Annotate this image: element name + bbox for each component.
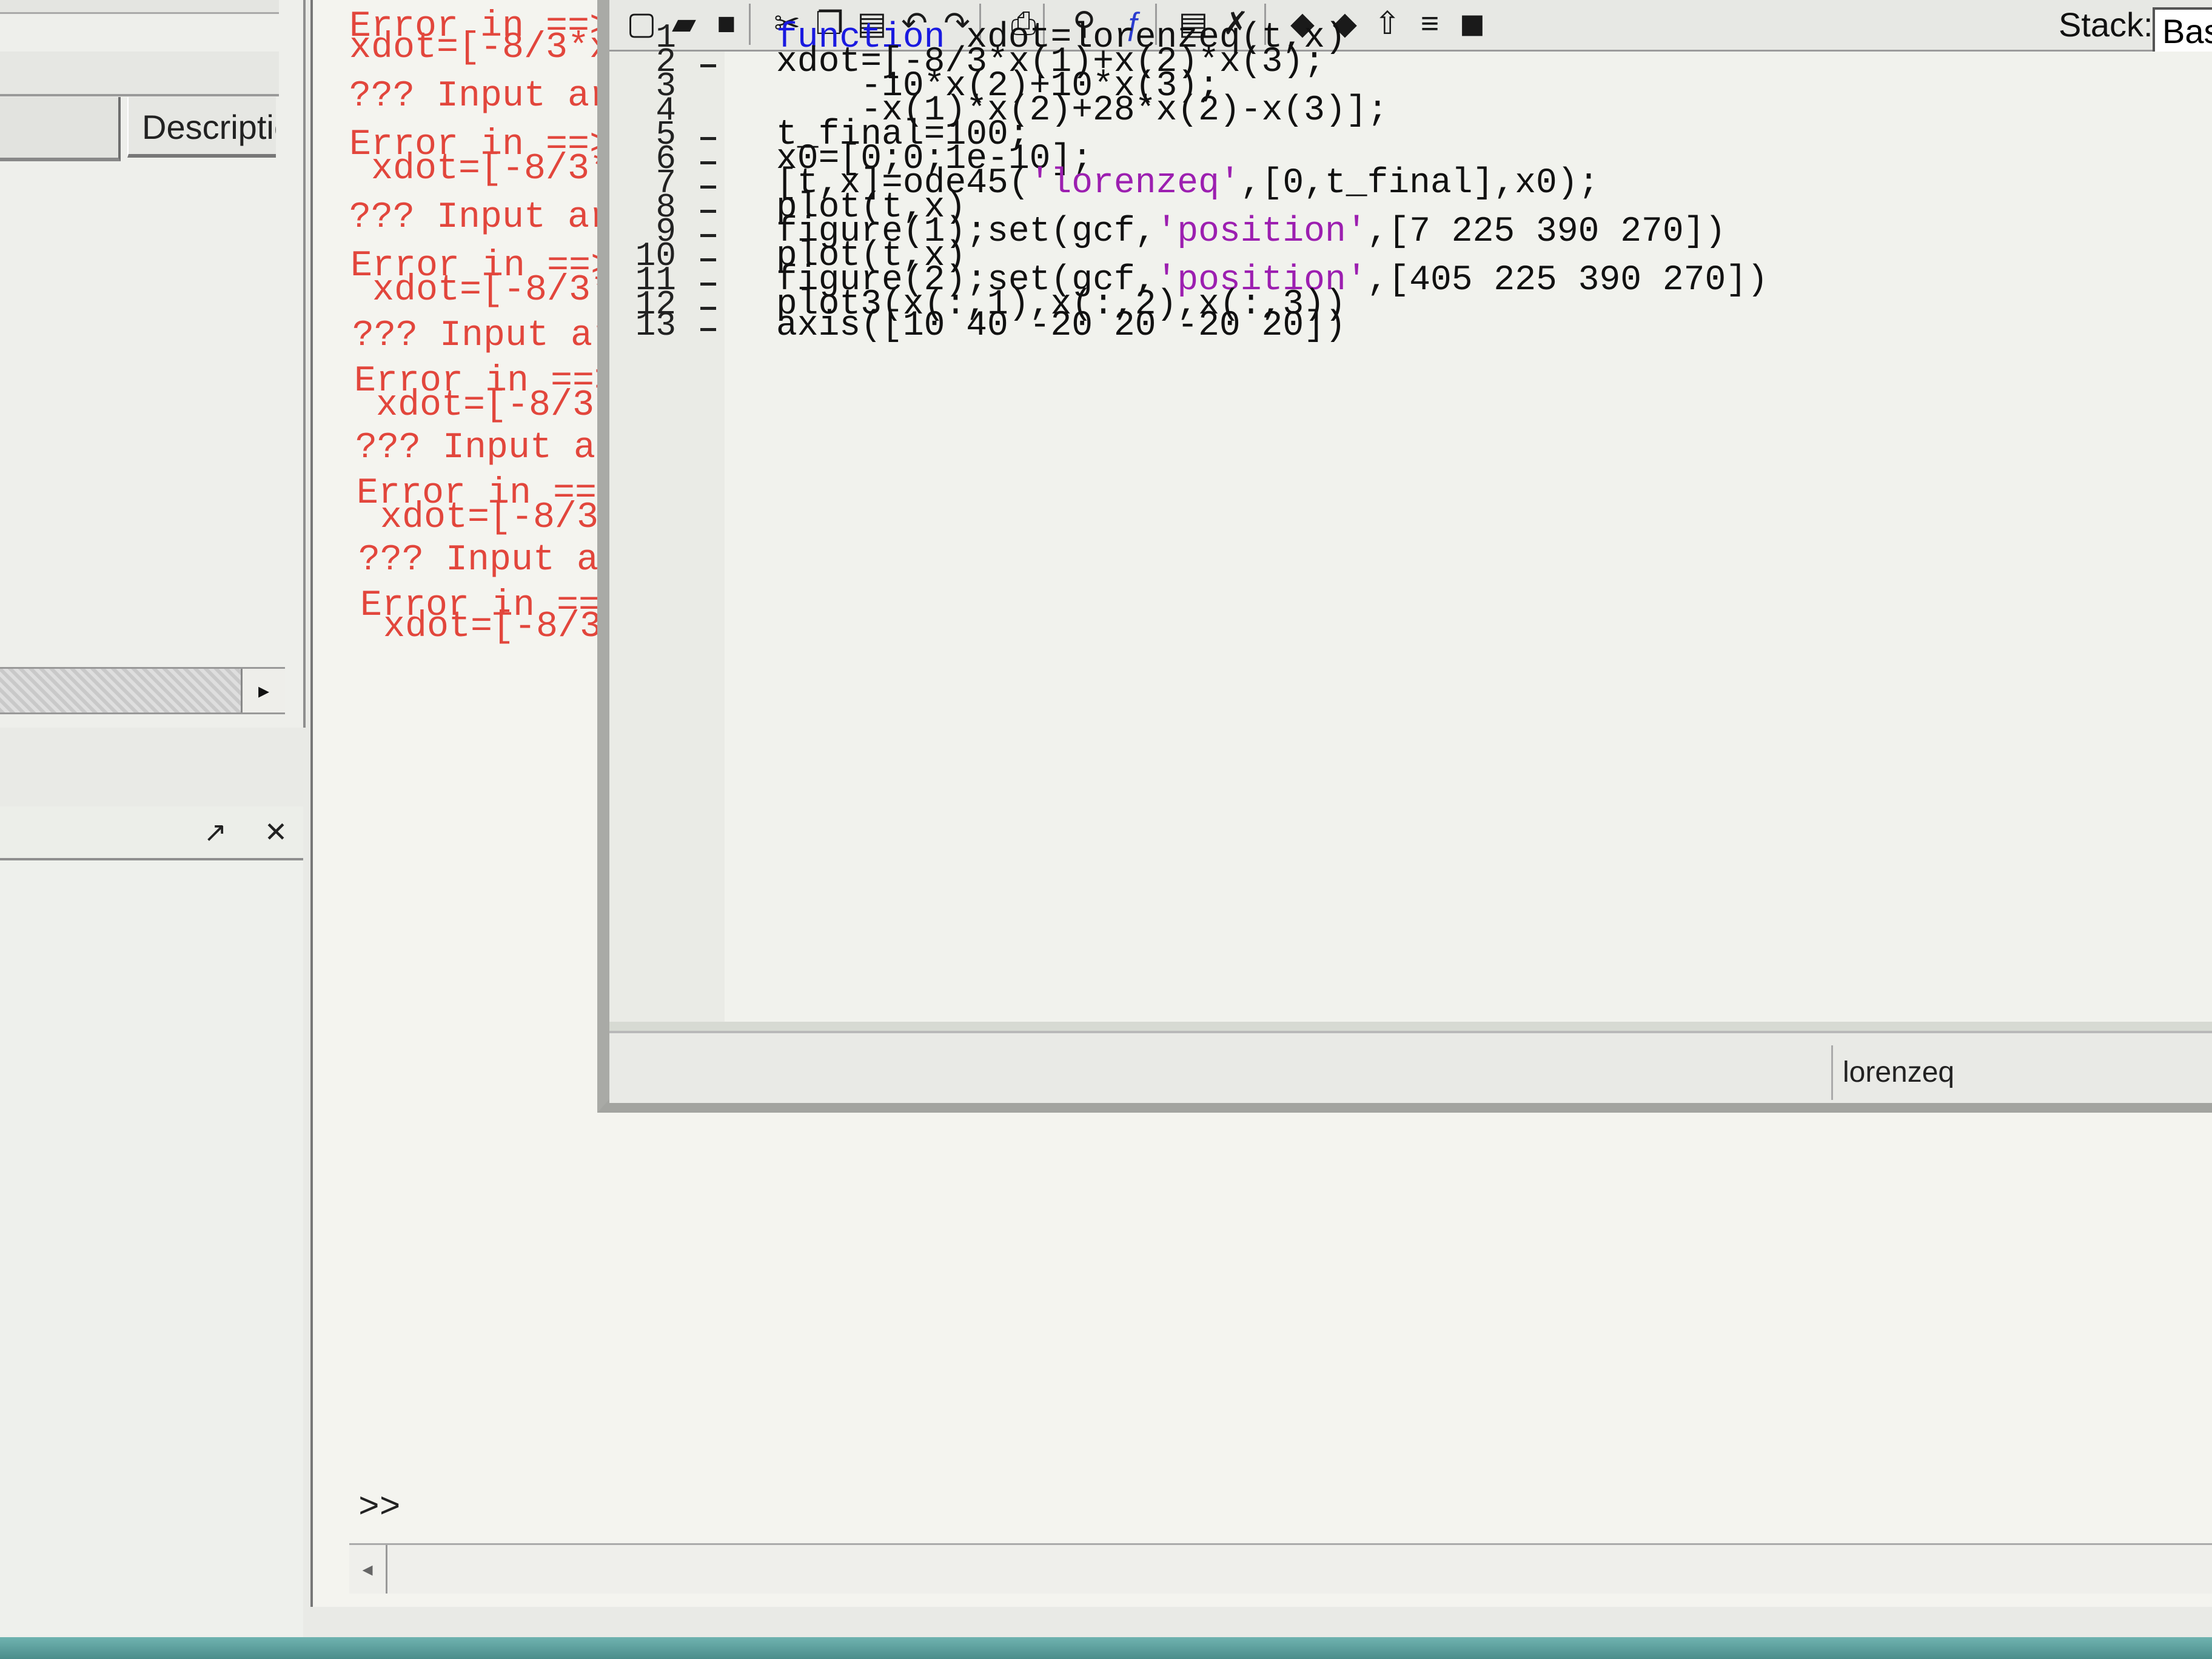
- command-line-message: ??? Input ar: [349, 76, 611, 117]
- command-line-error: xdot=[-8/3*x: [354, 385, 638, 426]
- command-line-message: ??? Input ar: [352, 315, 614, 357]
- command-line-text: ??? Input ar: [352, 315, 615, 357]
- code-text: ,[0,t_final],x0);: [1240, 164, 1600, 203]
- command-line-error: xdot=[-8/3*: [350, 270, 612, 311]
- continue-icon[interactable]: ≡: [1410, 4, 1450, 44]
- code-text: ,[405 225 390 270]): [1367, 261, 1768, 300]
- taskbar: [0, 1637, 2212, 1659]
- editor-statusbar: lorenzeq: [609, 1031, 2212, 1103]
- toolbar-separator: [749, 4, 751, 45]
- breakpoint-marker[interactable]: [700, 328, 716, 331]
- undock-icon[interactable]: ↗: [197, 814, 233, 850]
- workspace-toolbar: [0, 52, 279, 96]
- command-line-error: xdot=[-8/3*x: [349, 27, 611, 69]
- command-line-text: xdot=[-8/3*x: [349, 27, 612, 69]
- command-prompt[interactable]: >>: [358, 1489, 401, 1528]
- command-horizontal-scrollbar[interactable]: ◂: [349, 1543, 2212, 1594]
- command-line-text: xdot=[-8/3*: [349, 149, 612, 190]
- code-text: axis([10 40 -20 20 -20 20]): [776, 306, 1346, 346]
- command-line-error: xdot=[-8/3*: [349, 149, 611, 190]
- step-out-icon[interactable]: ⇧: [1367, 4, 1407, 44]
- command-line-text: xdot=[-8/3*: [350, 270, 613, 311]
- current-function-label: lorenzeq: [1831, 1045, 2212, 1100]
- line-number-gutter[interactable]: 1 2 3 4 5 6 7 8 9 10 11 12 13: [609, 18, 725, 1022]
- command-line-text: ??? Input ar: [349, 197, 612, 238]
- column-header-name[interactable]: [0, 97, 121, 161]
- stack-dropdown[interactable]: Base: [2153, 7, 2212, 56]
- command-line-message: ??? Input ar: [355, 427, 617, 469]
- code-text: ,[7 225 390 270]): [1367, 212, 1726, 252]
- command-line-text: xdot=[-8/3*x: [354, 385, 638, 426]
- code-line[interactable]: axis([10 40 -20 20 -20 20]): [776, 306, 1346, 346]
- scroll-left-icon[interactable]: ◂: [349, 1545, 387, 1594]
- workspace-horizontal-scrollbar[interactable]: ▸: [0, 667, 285, 714]
- command-line-message: ??? Input ar: [349, 197, 611, 238]
- stack-label: Stack:: [2059, 5, 2153, 44]
- command-line-text: ??? Input ar: [355, 427, 618, 469]
- exit-debug-icon[interactable]: ◼: [1452, 4, 1492, 44]
- code-editor[interactable]: 1 2 3 4 5 6 7 8 9 10 11 12 13 function xdot=lorenzeq…: [609, 18, 2212, 1022]
- column-header-description[interactable]: Descriptic: [127, 97, 276, 158]
- gutter-row[interactable]: 13: [609, 306, 725, 355]
- command-line-text: ??? Input ar: [349, 76, 612, 117]
- editor-window: ▢▰■✂❐▤↶↷⎙⚲ƒ▤✗◆◆⇧≡◼ Stack: Base 123456789…: [597, 0, 2212, 1113]
- workspace-panel: Descriptic ▸: [0, 0, 306, 728]
- close-icon[interactable]: ✕: [258, 814, 294, 850]
- history-panel: ↗ ✕: [0, 806, 303, 1637]
- line-number: 13: [635, 306, 676, 345]
- scroll-right-icon[interactable]: ▸: [241, 669, 285, 712]
- code-string: 'position': [1156, 212, 1367, 252]
- history-panel-titlebar: ↗ ✕: [0, 806, 303, 860]
- workspace-top-strip: [0, 0, 279, 14]
- code-string: 'lorenzeq': [1029, 164, 1241, 203]
